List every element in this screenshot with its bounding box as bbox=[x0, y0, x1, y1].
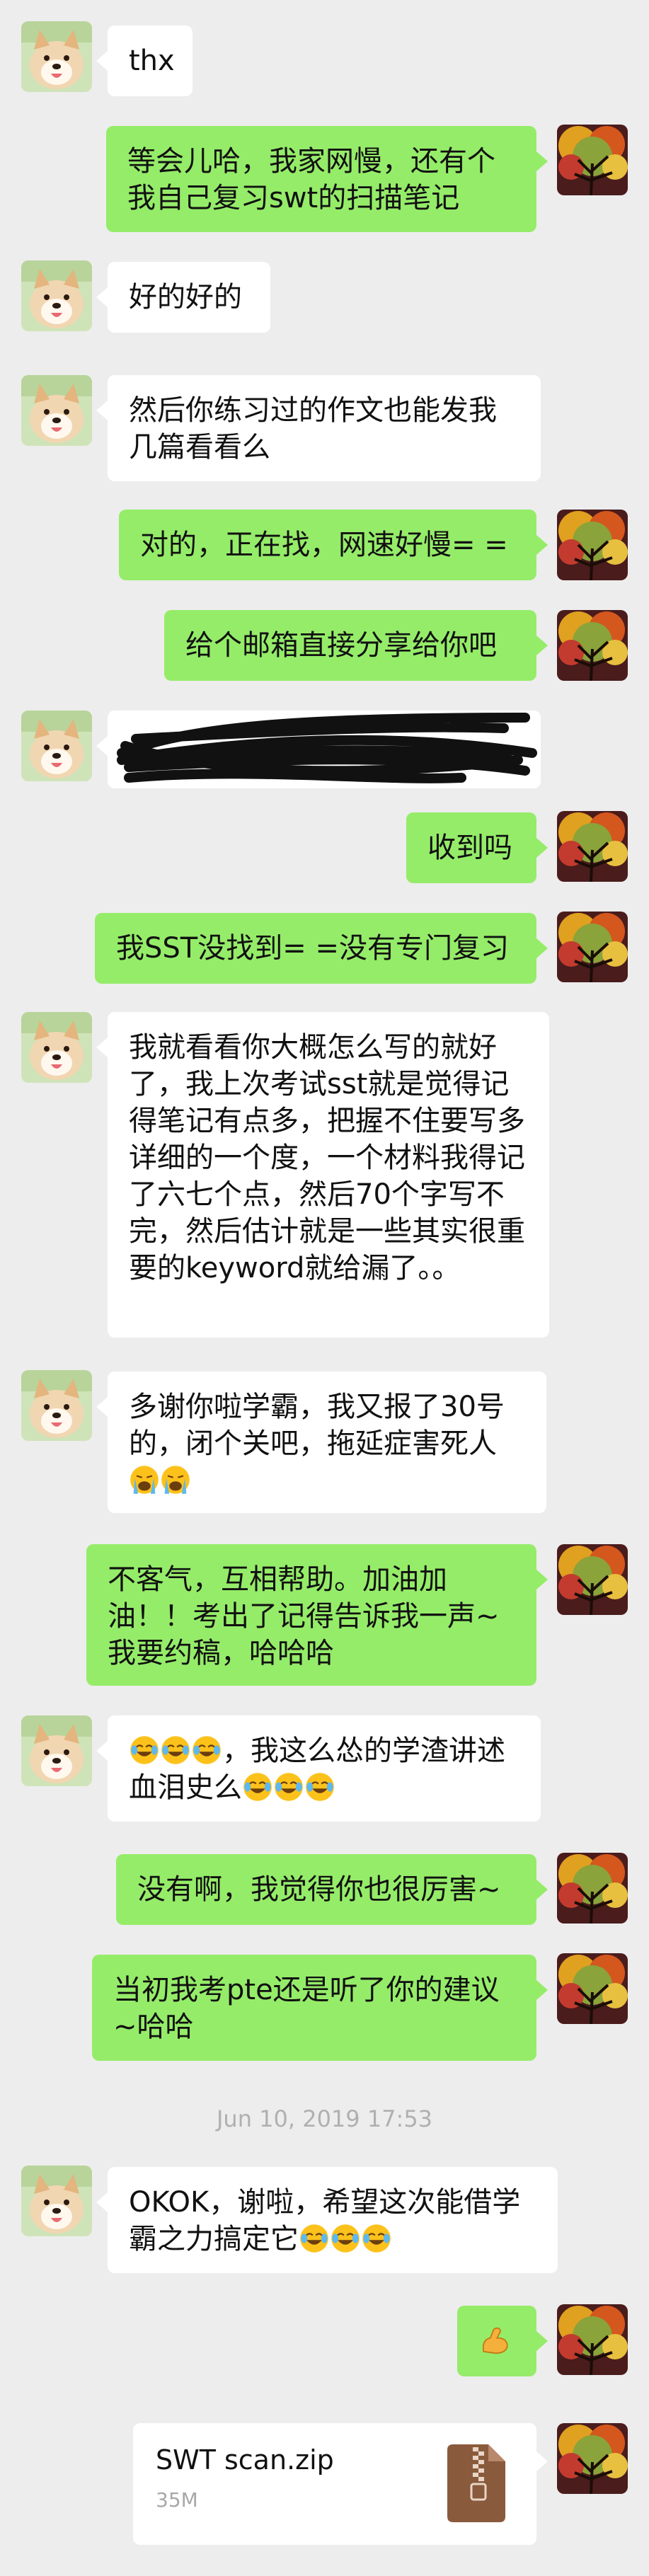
loudly-crying-face-icon bbox=[160, 1464, 191, 1495]
shiba-dog-avatar-icon bbox=[21, 21, 92, 92]
message-text: 没有啊，我觉得你也很厉害~ bbox=[137, 1873, 501, 1906]
message-text: 然后你练习过的作文也能发我几篇看看么 bbox=[129, 394, 497, 464]
message-bubble-outgoing[interactable]: 当初我考pte还是听了你的建议~哈哈 bbox=[92, 1955, 548, 2061]
autumn-tree-avatar-icon bbox=[557, 125, 628, 195]
contact-avatar[interactable] bbox=[21, 375, 92, 446]
autumn-tree-avatar-icon bbox=[557, 1953, 628, 2024]
my-avatar[interactable] bbox=[557, 510, 628, 580]
message-bubble-outgoing[interactable]: 没有啊，我觉得你也很厉害~ bbox=[116, 1854, 548, 1925]
shiba-dog-avatar-icon bbox=[21, 260, 92, 331]
contact-avatar[interactable] bbox=[21, 260, 92, 331]
face-with-tears-of-joy-icon bbox=[330, 2223, 361, 2254]
shiba-dog-avatar-icon bbox=[21, 711, 92, 781]
my-avatar[interactable] bbox=[557, 1544, 628, 1615]
shiba-dog-avatar-icon bbox=[21, 2166, 92, 2236]
autumn-tree-avatar-icon bbox=[557, 610, 628, 681]
message-bubble-incoming[interactable]: 然后你练习过的作文也能发我几篇看看么 bbox=[96, 375, 541, 481]
message-bubble-outgoing[interactable]: 收到吗 bbox=[406, 812, 548, 883]
shiba-dog-avatar-icon bbox=[21, 1370, 92, 1441]
message-bubble-outgoing[interactable]: 对的，正在找，网速好慢= = bbox=[119, 510, 548, 580]
face-with-tears-of-joy-icon bbox=[129, 1735, 160, 1766]
autumn-tree-avatar-icon bbox=[557, 1853, 628, 1924]
message-bubble-incoming[interactable]: 好的好的 bbox=[96, 262, 270, 333]
message-bubble-incoming-redacted[interactable] bbox=[96, 711, 541, 788]
autumn-tree-avatar-icon bbox=[557, 2304, 628, 2375]
face-with-tears-of-joy-icon bbox=[191, 1735, 222, 1766]
face-with-tears-of-joy-icon bbox=[304, 1771, 335, 1802]
contact-avatar[interactable] bbox=[21, 2166, 92, 2236]
my-avatar[interactable] bbox=[557, 125, 628, 195]
my-avatar[interactable] bbox=[557, 2304, 628, 2375]
face-with-tears-of-joy-icon bbox=[242, 1771, 273, 1802]
face-with-tears-of-joy-icon bbox=[273, 1771, 304, 1802]
flexed-biceps-icon bbox=[478, 2323, 512, 2357]
message-bubble-incoming[interactable]: 多谢你啦学霸，我又报了30号的，闭个关吧，拖延症害死人 bbox=[96, 1372, 546, 1513]
message-bubble-outgoing[interactable] bbox=[457, 2306, 548, 2376]
autumn-tree-avatar-icon bbox=[557, 1544, 628, 1615]
message-text: 我就看看你大概怎么写的就好了，我上次考试sst就是觉得记得笔记有点多，把握不住要… bbox=[129, 1031, 525, 1284]
face-with-tears-of-joy-icon bbox=[299, 2223, 330, 2254]
my-avatar[interactable] bbox=[557, 2423, 628, 2494]
autumn-tree-avatar-icon bbox=[557, 2423, 628, 2494]
contact-avatar[interactable] bbox=[21, 1370, 92, 1441]
autumn-tree-avatar-icon bbox=[557, 811, 628, 882]
message-bubble-incoming[interactable]: 我就看看你大概怎么写的就好了，我上次考试sst就是觉得记得笔记有点多，把握不住要… bbox=[96, 1012, 549, 1338]
message-bubble-incoming[interactable]: OKOK，谢啦，希望这次能借学霸之力搞定它 bbox=[96, 2167, 558, 2273]
message-text: 等会儿哈，我家网慢，还有个我自己复习swt的扫描笔记 bbox=[127, 145, 495, 214]
message-text: 当初我考pte还是听了你的建议~哈哈 bbox=[113, 1974, 500, 2043]
face-with-tears-of-joy-icon bbox=[361, 2223, 392, 2254]
timestamp: Jun 10, 2019 17:53 bbox=[216, 2105, 433, 2132]
contact-avatar[interactable] bbox=[21, 21, 92, 92]
message-text: 好的好的 bbox=[129, 281, 242, 314]
autumn-tree-avatar-icon bbox=[557, 912, 628, 982]
message-text: 对的，正在找，网速好慢= = bbox=[140, 529, 508, 561]
redaction-scribble bbox=[117, 713, 537, 783]
shiba-dog-avatar-icon bbox=[21, 1715, 92, 1786]
message-text: 收到吗 bbox=[427, 832, 512, 864]
message-text: 我SST没找到= =没有专门复习 bbox=[116, 932, 509, 965]
my-avatar[interactable] bbox=[557, 1853, 628, 1924]
my-avatar[interactable] bbox=[557, 811, 628, 882]
message-bubble-outgoing[interactable]: 不客气，互相帮助。加油加油！！考出了记得告诉我一声~我要约稿，哈哈哈 bbox=[86, 1544, 548, 1686]
message-bubble-incoming[interactable]: thx bbox=[96, 25, 193, 96]
message-bubble-outgoing[interactable]: 给个邮箱直接分享给你吧 bbox=[164, 610, 548, 681]
my-avatar[interactable] bbox=[557, 1953, 628, 2024]
message-bubble-outgoing[interactable]: 我SST没找到= =没有专门复习 bbox=[95, 913, 548, 984]
contact-avatar[interactable] bbox=[21, 711, 92, 781]
contact-avatar[interactable] bbox=[21, 1715, 92, 1786]
loudly-crying-face-icon bbox=[129, 1464, 160, 1495]
message-text: thx bbox=[129, 45, 175, 77]
file-message[interactable]: SWT scan.zip 35M bbox=[133, 2423, 548, 2545]
shiba-dog-avatar-icon bbox=[21, 375, 92, 446]
my-avatar[interactable] bbox=[557, 610, 628, 681]
message-text: 不客气，互相帮助。加油加油！！考出了记得告诉我一声~我要约稿，哈哈哈 bbox=[108, 1563, 500, 1669]
message-bubble-outgoing[interactable]: 等会儿哈，我家网慢，还有个我自己复习swt的扫描笔记 bbox=[106, 126, 548, 232]
message-text: 多谢你啦学霸，我又报了30号的，闭个关吧，拖延症害死人 bbox=[129, 1391, 505, 1460]
zip-file-icon bbox=[447, 2444, 505, 2522]
contact-avatar[interactable] bbox=[21, 1012, 92, 1083]
shiba-dog-avatar-icon bbox=[21, 1012, 92, 1083]
message-text: 给个邮箱直接分享给你吧 bbox=[185, 629, 497, 662]
my-avatar[interactable] bbox=[557, 912, 628, 982]
face-with-tears-of-joy-icon bbox=[160, 1735, 191, 1766]
message-bubble-incoming[interactable]: ，我这么怂的学渣讲述血泪史么 bbox=[96, 1715, 541, 1822]
autumn-tree-avatar-icon bbox=[557, 510, 628, 580]
